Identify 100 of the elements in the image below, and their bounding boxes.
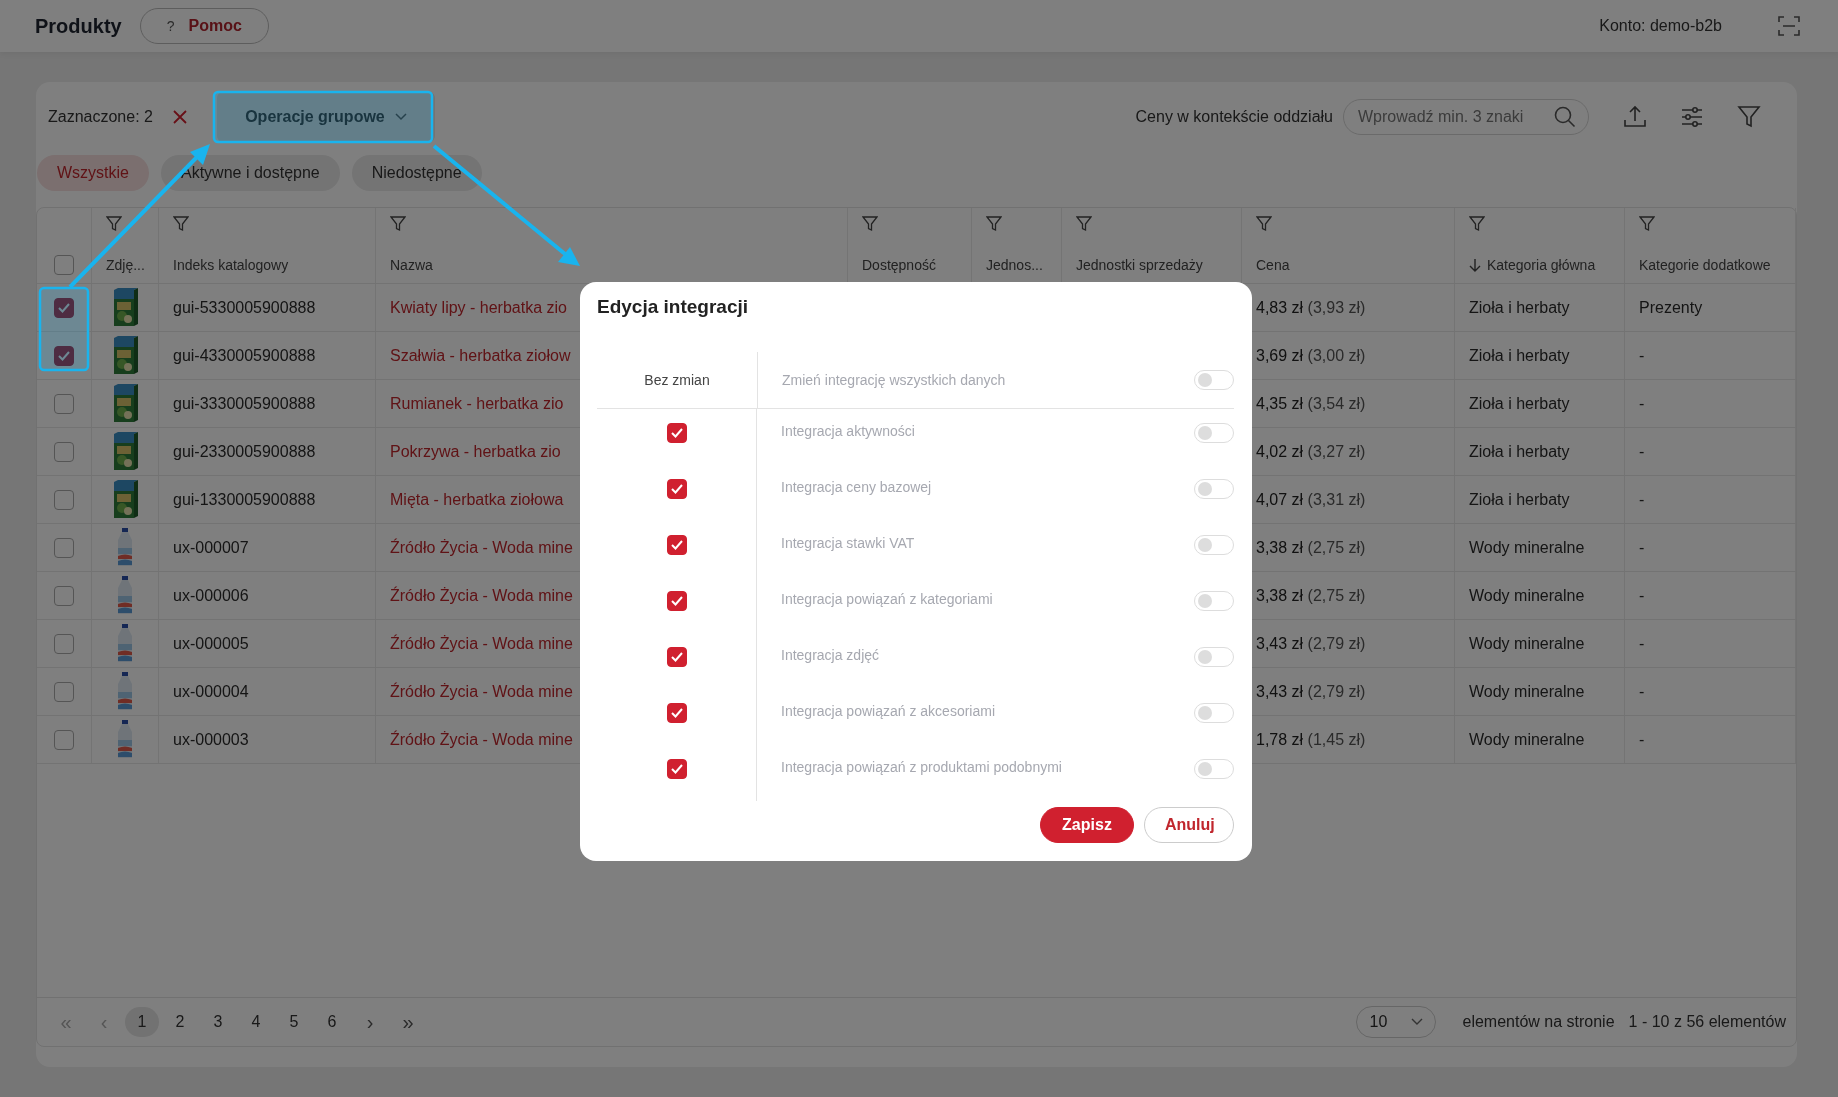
row-checkbox[interactable] — [54, 489, 74, 510]
table-cell: ux-000007 — [159, 524, 376, 571]
filter-icon[interactable] — [106, 216, 122, 232]
table-cell: Wody mineralne — [1455, 668, 1625, 715]
table-cell: Zioła i herbaty — [1455, 380, 1625, 427]
row-checkbox[interactable] — [54, 537, 74, 558]
selection-count: Zaznaczone: 2 — [48, 108, 153, 126]
sliders-icon[interactable] — [1681, 106, 1703, 128]
page-button[interactable]: 5 — [277, 1007, 311, 1037]
chevron-down-icon — [394, 113, 407, 121]
option-label: Zmień integrację wszystkich danych — [782, 372, 1006, 388]
toggle-switch[interactable] — [1194, 370, 1234, 390]
table-cell: - — [1625, 476, 1796, 523]
filter-icon[interactable] — [1469, 216, 1485, 232]
table-cell: - — [1625, 572, 1796, 619]
checkmark-icon — [669, 594, 684, 608]
column-header[interactable]: Jednostki sprzedaży — [1076, 257, 1203, 273]
table-cell: gui-2330005900888 — [159, 428, 376, 475]
filter-icon[interactable] — [862, 216, 878, 232]
row-checkbox[interactable] — [54, 393, 74, 414]
column-header[interactable]: Nazwa — [390, 257, 433, 273]
checkmark-icon — [669, 538, 684, 552]
page-button[interactable]: 3 — [201, 1007, 235, 1037]
page-nav-button[interactable]: › — [353, 1007, 387, 1037]
filter-icon[interactable] — [173, 216, 189, 232]
product-name-link[interactable]: Pokrzywa - herbatka zio — [390, 442, 561, 461]
page-size-label: elementów na stronie — [1462, 1013, 1615, 1031]
price-context-label: Ceny w kontekście oddziału — [1135, 108, 1333, 126]
product-name-link[interactable]: Źródło Życia - Woda mine — [390, 634, 573, 653]
column-header[interactable]: Kategoria główna — [1487, 257, 1596, 273]
table-cell: ux-000003 — [159, 716, 376, 763]
row-checkbox[interactable] — [54, 729, 74, 750]
product-name-link[interactable]: Źródło Życia - Woda mine — [390, 682, 573, 701]
table-cell: Zioła i herbaty — [1455, 332, 1625, 379]
search-field[interactable]: Wprowadź min. 3 znaki — [1343, 99, 1589, 135]
column-header[interactable]: Kategorie dodatkowe — [1639, 257, 1771, 273]
row-checkbox[interactable] — [54, 441, 74, 462]
product-name-link[interactable]: Źródło Życia - Woda mine — [390, 538, 573, 557]
filter-icon[interactable] — [1737, 105, 1761, 129]
checkmark-icon — [669, 426, 684, 440]
filter-icon[interactable] — [1256, 216, 1272, 232]
filter-icon[interactable] — [986, 216, 1002, 232]
column-header[interactable]: Indeks katalogowy — [173, 257, 289, 273]
table-cell: ux-000006 — [159, 572, 376, 619]
select-all-checkbox[interactable] — [54, 255, 74, 275]
cancel-button[interactable]: Anuluj — [1144, 807, 1234, 843]
upload-icon[interactable] — [1623, 105, 1647, 129]
table-cell: ux-000004 — [159, 668, 376, 715]
product-name-link[interactable]: Rumianek - herbatka zio — [390, 394, 564, 413]
row-checkbox[interactable] — [54, 297, 74, 318]
close-icon[interactable] — [172, 110, 187, 124]
row-checkbox[interactable] — [54, 345, 74, 366]
page-button[interactable]: 2 — [163, 1007, 197, 1037]
column-header[interactable]: Jednos... — [986, 257, 1043, 273]
save-button[interactable]: Zapisz — [1040, 807, 1134, 843]
table-cell: - — [1625, 620, 1796, 667]
product-name-link[interactable]: Źródło Życia - Woda mine — [390, 586, 573, 605]
option-label: Integracja powiązań z akcesoriami — [781, 703, 995, 719]
dialog-title: Edycja integracji — [597, 296, 749, 318]
table-cell: gui-1330005900888 — [159, 476, 376, 523]
price-text: 3,43 zł (2,79 zł) — [1256, 682, 1366, 701]
table-cell: gui-5330005900888 — [159, 284, 376, 331]
filter-tab[interactable]: Niedostępne — [351, 155, 482, 191]
page-nav-button[interactable]: » — [391, 1007, 425, 1037]
row-checkbox[interactable] — [54, 585, 74, 606]
column-header[interactable]: Zdję... — [106, 257, 145, 273]
product-name-link[interactable]: Kwiaty lipy - herbatka zio — [390, 298, 567, 317]
table-cell: Wody mineralne — [1455, 524, 1625, 571]
checkmark-icon — [669, 762, 684, 776]
column-header[interactable]: Dostępność — [862, 257, 936, 273]
fullscreen-icon[interactable] — [1778, 16, 1800, 36]
range-label: 1 - 10 z 56 elementów — [1628, 1013, 1786, 1031]
help-button[interactable]: ? Pomoc — [139, 8, 269, 44]
row-checkbox[interactable] — [54, 633, 74, 654]
filter-icon[interactable] — [1639, 216, 1655, 232]
table-cell: Wody mineralne — [1455, 620, 1625, 667]
table-cell: - — [1625, 524, 1796, 571]
filter-icon[interactable] — [390, 216, 406, 232]
search-icon — [1554, 106, 1576, 128]
table-cell: gui-3330005900888 — [159, 380, 376, 427]
option-label: Integracja powiązań z kategoriami — [781, 591, 993, 607]
row-checkbox[interactable] — [54, 681, 74, 702]
table-cell: ux-000005 — [159, 620, 376, 667]
option-label: Integracja powiązań z produktami podobnymi — [781, 759, 1062, 775]
sort-arrow-icon[interactable] — [1469, 258, 1481, 272]
filter-icon[interactable] — [1076, 216, 1092, 232]
table-cell: Wody mineralne — [1455, 572, 1625, 619]
price-text: 4,35 zł (3,54 zł) — [1256, 394, 1366, 413]
filter-tab[interactable]: Wszystkie — [37, 155, 149, 191]
page-button[interactable]: 4 — [239, 1007, 273, 1037]
product-name-link[interactable]: Mięta - herbatka ziołowa — [390, 490, 564, 509]
product-name-link[interactable]: Źródło Życia - Woda mine — [390, 730, 573, 749]
page-button[interactable]: 1 — [125, 1007, 159, 1037]
price-text: 1,78 zł (1,45 zł) — [1256, 730, 1366, 749]
table-cell: - — [1625, 428, 1796, 475]
page-button[interactable]: 6 — [315, 1007, 349, 1037]
column-header[interactable]: Cena — [1256, 257, 1290, 273]
bulk-operations-button[interactable]: Operacje grupowe — [216, 92, 435, 142]
product-name-link[interactable]: Szałwia - herbatka ziołow — [390, 346, 571, 365]
checkmark-icon — [669, 650, 684, 664]
